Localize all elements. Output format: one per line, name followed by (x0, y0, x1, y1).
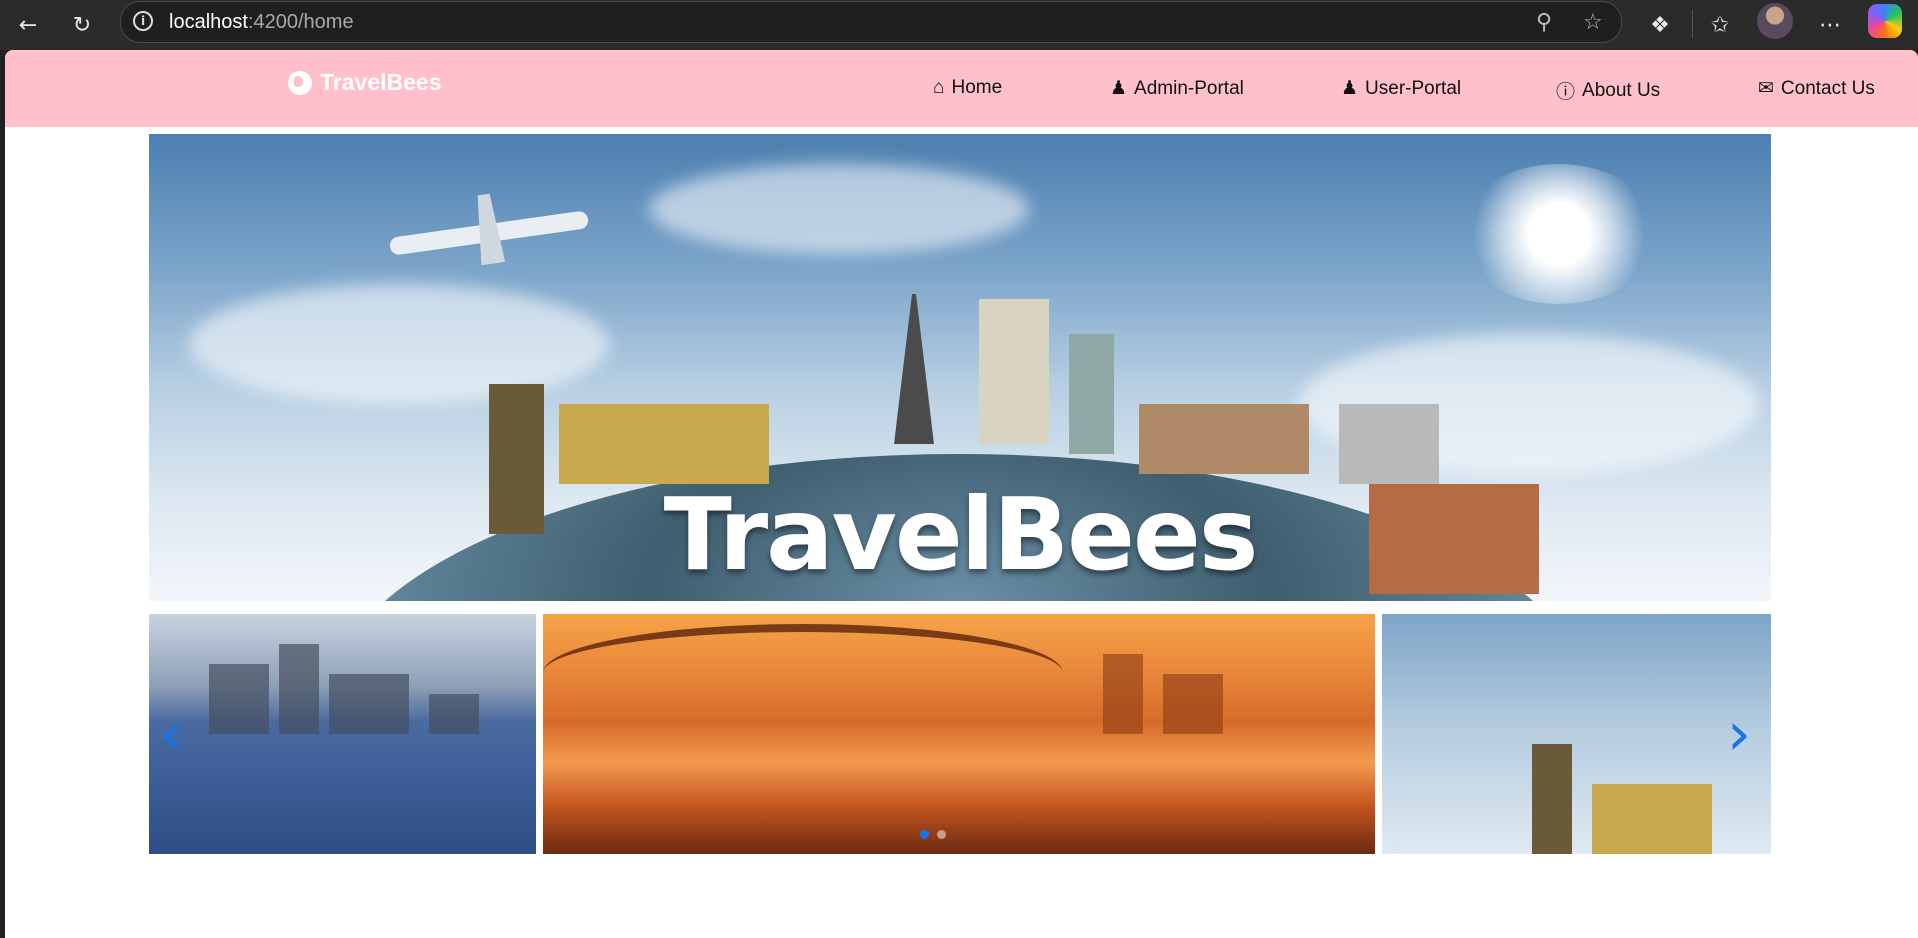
home-icon: ⌂ (933, 77, 945, 98)
carousel-indicators (920, 830, 946, 839)
web-page: TravelBees ⌂ Home ♟ Admin-Portal ♟ User-… (5, 50, 1918, 938)
cloud (189, 284, 609, 404)
more-menu-icon[interactable]: ⋯ (1810, 5, 1850, 45)
nav-about-us-label: About Us (1582, 79, 1661, 101)
airplane-graphic (388, 210, 590, 256)
copilot-icon[interactable] (1868, 4, 1902, 38)
carousel-prev-chevron-left-icon[interactable]: ‹ (159, 704, 183, 764)
navbar: TravelBees ⌂ Home ♟ Admin-Portal ♟ User-… (5, 50, 1918, 127)
favorite-star-icon[interactable]: ☆ (1583, 10, 1603, 35)
skyline-graphic (209, 664, 269, 734)
envelope-icon: ✉ (1758, 78, 1774, 99)
hero-banner-image: TravelBees (149, 134, 1771, 601)
cloud (649, 164, 1029, 254)
carousel-slide-world-landmarks (1382, 614, 1771, 854)
zoom-out-icon[interactable]: ⚲ (1536, 10, 1552, 35)
admin-user-icon: ♟ (1110, 78, 1128, 99)
nav-about-us[interactable]: ⓘ About Us (1556, 77, 1660, 104)
colosseum-graphic (1139, 404, 1309, 474)
user-icon: ♟ (1341, 78, 1359, 99)
globe-icon (288, 70, 312, 95)
url-text: localhost:4200/home (169, 11, 354, 33)
profile-avatar[interactable] (1757, 3, 1793, 39)
carousel-next-chevron-right-icon[interactable]: › (1727, 704, 1751, 764)
nav-admin-portal-label: Admin-Portal (1134, 77, 1244, 99)
skyline-graphic (1163, 674, 1223, 734)
favorites-icon[interactable]: ✩ (1700, 5, 1740, 45)
carousel-slide-harbor-city (149, 614, 536, 854)
parthenon-graphic (559, 404, 769, 484)
image-carousel[interactable]: ‹ › (149, 614, 1771, 854)
skyline-graphic (1103, 654, 1143, 734)
hero-title: TravelBees (663, 476, 1259, 593)
carousel-indicator-1[interactable] (920, 830, 929, 839)
info-icon: ⓘ (1556, 82, 1576, 103)
sun-glow (1459, 164, 1659, 304)
nav-home-label: Home (951, 77, 1003, 98)
skyline-graphic (279, 644, 319, 734)
nav-contact-us[interactable]: ✉ Contact Us (1758, 77, 1875, 100)
nav-user-portal-label: User-Portal (1365, 77, 1462, 99)
parthenon-graphic (1592, 784, 1712, 854)
leaning-tower-graphic (979, 299, 1049, 444)
site-info-icon[interactable]: i (133, 11, 153, 31)
nav-admin-portal[interactable]: ♟ Admin-Portal (1110, 77, 1244, 100)
eiffel-tower-graphic (894, 294, 934, 444)
extensions-icon[interactable]: ❖ (1640, 5, 1680, 45)
carousel-indicator-2[interactable] (937, 830, 946, 839)
back-icon[interactable]: ← (8, 5, 48, 45)
brand-name: TravelBees (320, 69, 442, 95)
nav-home[interactable]: ⌂ Home (933, 77, 1002, 99)
refresh-icon[interactable]: ↻ (62, 5, 102, 45)
toolbar-divider (1692, 10, 1693, 38)
big-ben-graphic (1532, 744, 1572, 854)
skyline-graphic (429, 694, 479, 734)
skyline-graphic (329, 674, 409, 734)
brand-link[interactable]: TravelBees (288, 69, 441, 96)
browser-toolbar: ← ↻ i localhost:4200/home ⚲ ☆ ❖ ✩ ⋯ (0, 0, 1918, 50)
christ-redeemer-graphic (1339, 404, 1439, 484)
statue-of-liberty-graphic (1069, 334, 1114, 454)
bridge-graphic (543, 624, 1063, 722)
nav-contact-us-label: Contact Us (1780, 77, 1875, 99)
carousel-slide-sunset-bridge (543, 614, 1375, 854)
nav-user-portal[interactable]: ♟ User-Portal (1341, 77, 1461, 100)
address-bar[interactable]: i localhost:4200/home ⚲ ☆ (120, 1, 1622, 43)
